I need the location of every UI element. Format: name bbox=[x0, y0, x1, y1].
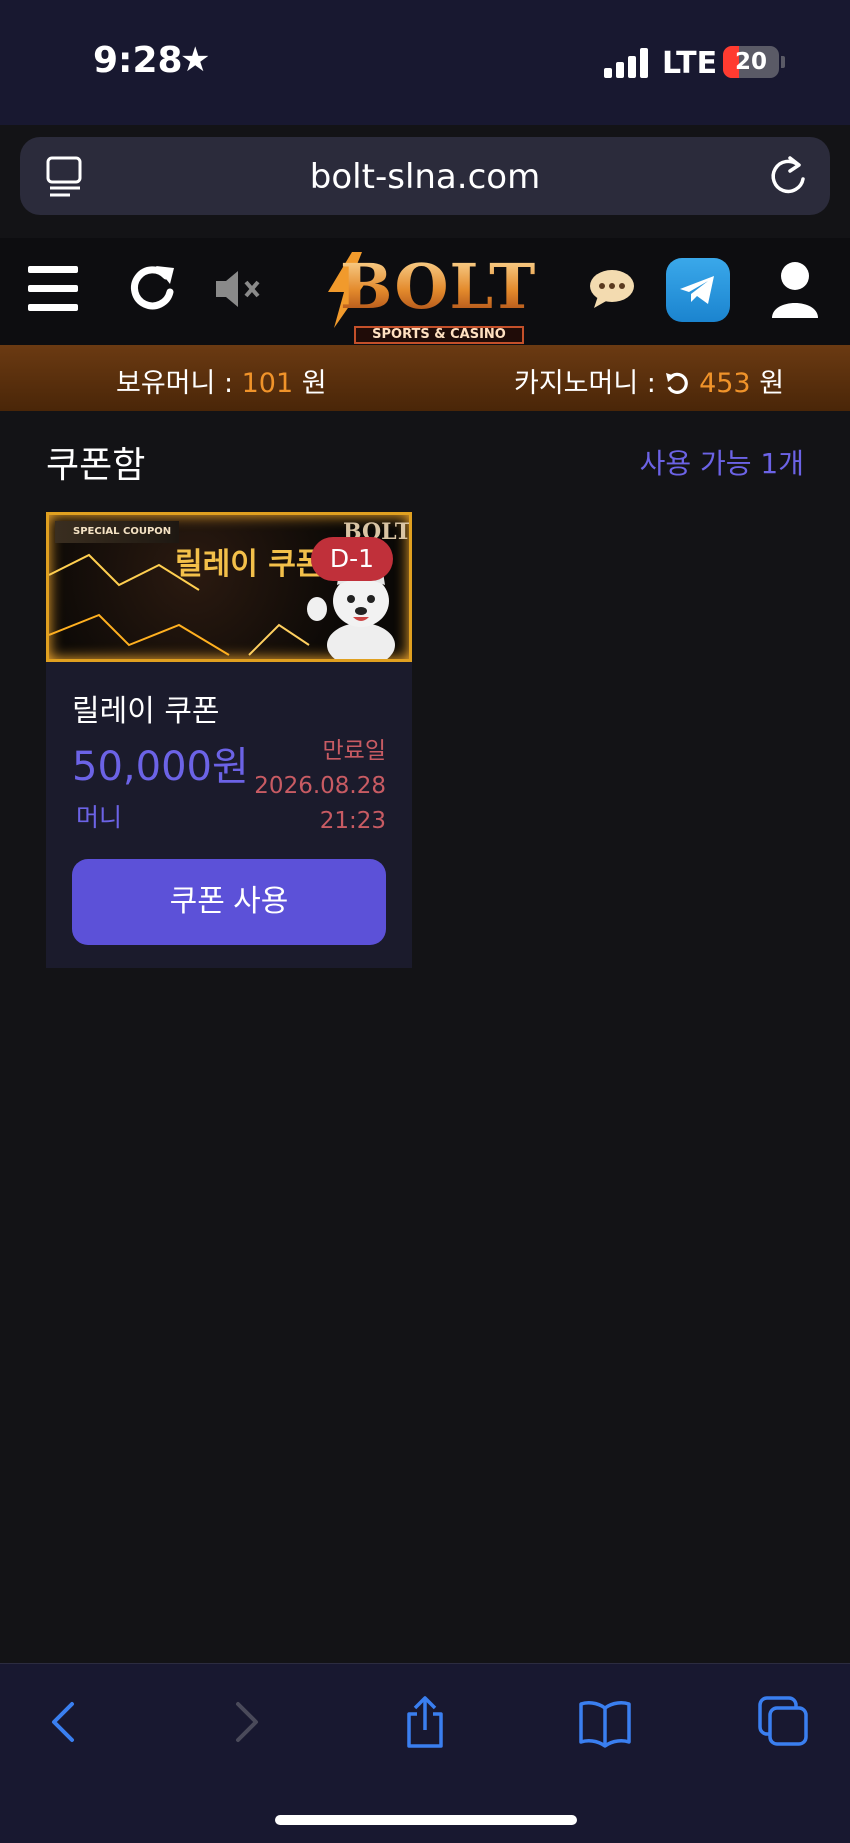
money-label: 보유머니 : bbox=[116, 368, 242, 399]
forward-icon[interactable] bbox=[218, 1694, 274, 1750]
chat-icon[interactable] bbox=[588, 268, 636, 310]
balance-bar: 보유머니 : 101 원 카지노머니 : 453 원 bbox=[0, 345, 850, 411]
user-icon[interactable] bbox=[770, 260, 820, 320]
special-coupon-tag: SPECIAL COUPON bbox=[55, 521, 179, 543]
site-header: BOLT SPORTS & CASINO bbox=[0, 238, 850, 345]
menu-icon[interactable] bbox=[28, 266, 78, 312]
share-icon[interactable] bbox=[397, 1694, 453, 1750]
coupon-banner: SPECIAL COUPON 릴레이 쿠폰 BOLT D-1 bbox=[46, 512, 412, 662]
casino-balance: 카지노머니 : 453 원 bbox=[514, 361, 784, 400]
expiry-date: 2026.08.28 bbox=[254, 773, 386, 799]
coupon-card: SPECIAL COUPON 릴레이 쿠폰 BOLT D-1 릴레이 쿠폰 50… bbox=[46, 512, 412, 968]
url-text[interactable]: bolt-slna.com bbox=[20, 157, 830, 197]
money-unit: 원 bbox=[293, 368, 327, 399]
cellular-signal-icon bbox=[604, 48, 648, 78]
logo-subtitle: SPORTS & CASINO bbox=[354, 326, 524, 344]
expiry-time: 21:23 bbox=[319, 808, 386, 834]
site-logo[interactable]: BOLT SPORTS & CASINO bbox=[322, 246, 535, 344]
home-indicator[interactable] bbox=[275, 1815, 577, 1825]
coupon-type: 머니 bbox=[76, 803, 123, 832]
expiry-label: 만료일 bbox=[322, 738, 386, 764]
coupon-amount: 50,000원 bbox=[72, 744, 249, 790]
coupon-name: 릴레이 쿠폰 bbox=[72, 694, 220, 729]
use-coupon-button[interactable]: 쿠폰 사용 bbox=[72, 859, 386, 945]
address-bar[interactable]: bolt-slna.com bbox=[20, 137, 830, 215]
telegram-icon[interactable] bbox=[666, 258, 730, 322]
expiry-info: 만료일 2026.08.28 21:23 bbox=[254, 734, 386, 839]
logo-text: BOLT bbox=[340, 250, 537, 323]
reload-icon[interactable] bbox=[768, 155, 808, 197]
casino-unit: 원 bbox=[750, 368, 785, 399]
refresh-icon[interactable] bbox=[126, 262, 178, 314]
page-title: 쿠폰함 bbox=[46, 445, 146, 486]
casino-label: 카지노머니 : bbox=[514, 368, 665, 399]
battery-level: 20 bbox=[734, 49, 767, 75]
battery-icon: 20 bbox=[723, 46, 779, 78]
back-icon[interactable] bbox=[36, 1694, 92, 1750]
casino-refresh-icon[interactable] bbox=[664, 370, 690, 396]
days-left-badge: D-1 bbox=[311, 537, 393, 581]
money-value: 101 bbox=[241, 368, 294, 399]
banner-title: 릴레이 쿠폰 bbox=[175, 547, 324, 582]
status-time: 9:28 bbox=[93, 40, 183, 81]
mute-icon[interactable] bbox=[214, 268, 264, 310]
money-balance: 보유머니 : 101 원 bbox=[116, 361, 327, 400]
star-icon: ★ bbox=[180, 40, 211, 80]
bookmarks-icon[interactable] bbox=[577, 1694, 633, 1750]
status-bar: 9:28 ★ LTE 20 bbox=[0, 0, 850, 125]
tabs-icon[interactable] bbox=[756, 1694, 812, 1750]
available-count: 사용 가능 1개 bbox=[639, 447, 804, 480]
network-type: LTE bbox=[662, 46, 718, 81]
casino-value: 453 bbox=[699, 368, 751, 399]
